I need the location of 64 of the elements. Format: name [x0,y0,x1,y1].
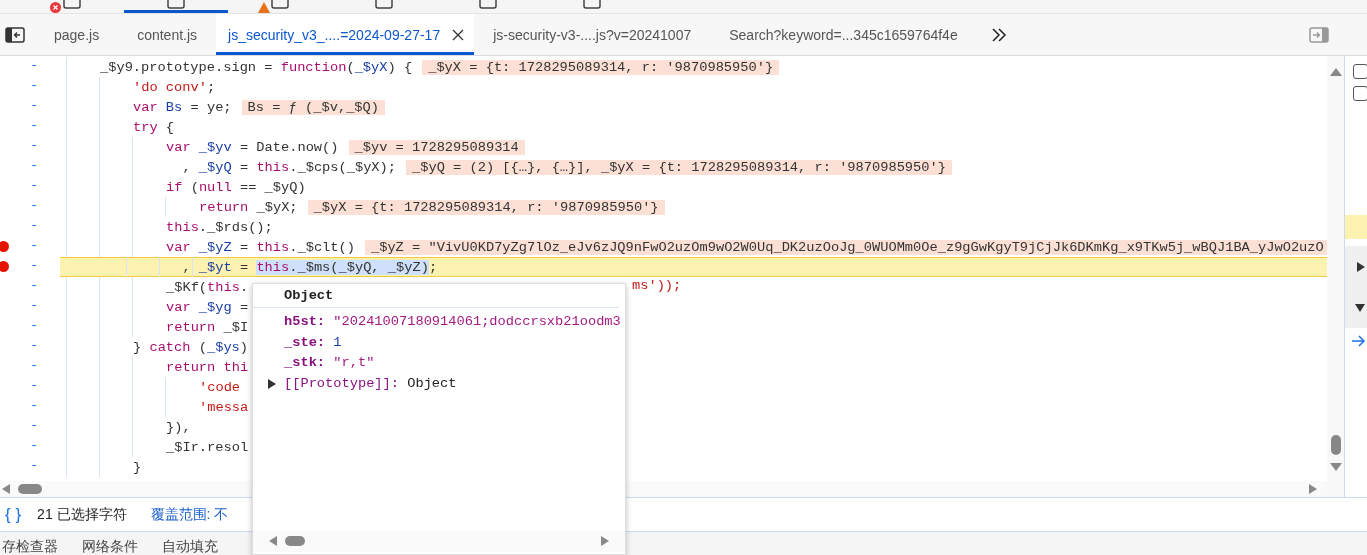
file-tab[interactable]: page.js [35,14,119,55]
line-marker: - [30,398,39,413]
line-marker: - [30,358,39,373]
line-marker: - [30,98,39,113]
object-property[interactable]: [[Prototype]]: Object [284,373,457,394]
line-marker: - [30,458,39,473]
line-marker: - [30,438,39,453]
drawer-tab[interactable]: 网络条件 [82,537,138,555]
code-line: } [133,459,142,475]
line-marker: - [30,258,39,273]
code-line: return _$yX; [199,199,298,215]
line-marker: - [30,58,39,73]
code-fragment: ms')); [632,278,682,293]
file-tab[interactable]: js_security_v3_....=2024-09-27-17 [216,14,475,55]
object-property: _stk: "r,t" [284,354,376,372]
code-line: return thi [166,359,249,375]
coverage-link[interactable]: 覆盖范围: 不 [150,505,229,524]
code-line: var Bs = ye; [133,99,232,115]
code-line: } catch (_$ys) [133,339,249,355]
line-marker: - [30,338,39,353]
pretty-print-button[interactable]: { } [5,504,22,525]
code-line: var _$yZ = this._$clt() [166,239,355,255]
object-property: _ste: 1 [284,333,343,352]
line-marker: - [30,158,39,173]
line-marker: - [30,218,39,233]
code-line: }), [166,419,191,435]
code-line: 'code [199,379,241,395]
code-line: this._$rds(); [166,219,273,235]
line-marker: - [30,238,39,253]
inline-value: _$yv = 1728295089314 [348,139,525,155]
line-marker: - [30,78,39,93]
line-marker: - [30,318,39,333]
object-property: h5st: "20241007180914061;dodccrsxb21oodm3 [284,313,622,331]
line-marker: - [30,418,39,433]
line-marker: - [30,378,39,393]
line-marker: - [30,198,39,213]
selection-count: 21 已选择字符 [37,505,127,524]
code-line: if (null == _$yQ) [166,179,306,195]
file-tab[interactable]: js-security-v3-....js?v=20241007 [474,14,711,55]
line-marker: - [30,298,39,313]
line-marker: - [30,138,39,153]
code-line: , _$yQ = this._$cps(_$yX); [181,159,396,175]
code-line: _$Kf(this. [166,279,249,295]
code-line: _$y9.prototype.sign = function(_$yX) { [100,59,413,75]
code-line: var _$yg = [166,299,249,315]
file-tab[interactable]: Search?keyword=...345c1659764f4e [710,14,977,55]
code-line: try { [133,119,175,135]
line-marker: - [30,278,39,293]
inline-value: _$yX = {t: 1728295089314, r: '9870985950'} [422,59,780,75]
code-line: _$Ir.resol [166,439,249,455]
inline-value: Bs = ƒ (_$v,_$Q) [241,99,385,115]
code-line: return _$I [166,319,249,335]
inline-value: _$yQ = (2) [{…}, {…}], _$yX = {t: 1728295089314, r: '9870985950'} [406,159,952,175]
file-tab[interactable]: content.js [118,14,217,55]
code-line: 'messa [199,399,249,415]
code-line: 'do conv'; [133,79,216,95]
drawer-tab[interactable]: 存检查器 [2,537,58,555]
code-line: var _$yv = Date.now() [166,139,339,155]
line-marker: - [30,178,39,193]
line-marker: - [30,118,39,133]
inline-value: _$yX = {t: 1728295089314, r: '9870985950'} [307,199,665,215]
popup-title: Object [253,284,619,308]
drawer-tab[interactable]: 自动填充 [162,537,218,555]
inline-value: _$yZ = "VivU0KD7yZg7lOz_eJv6zJQ9nFwO2uzOm9wO2W0Uq_DK2uzOoJg_0WUOMm0Oe_z9gGwKgyT9jCjJk6DKmKg_x9TKw5j_wBQJ1BA_yJwO2uzO [364,239,1327,255]
